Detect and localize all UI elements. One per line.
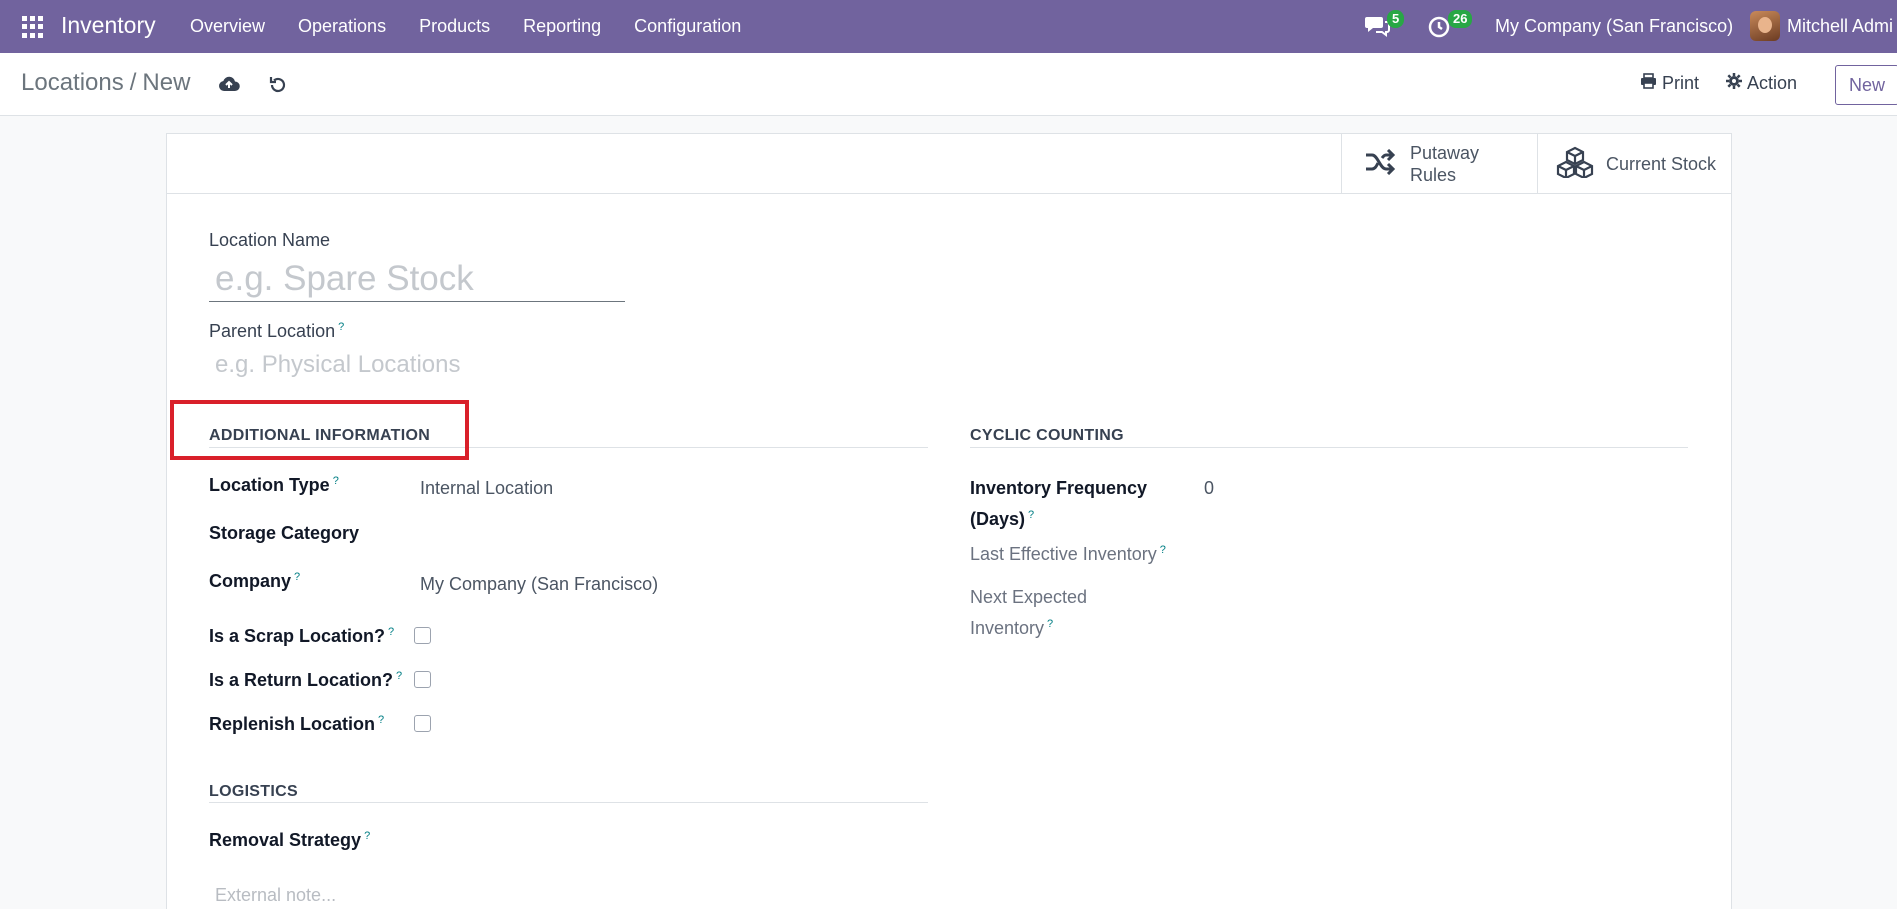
print-label: Print [1662,73,1700,93]
breadcrumb-separator: / [129,69,137,96]
help-tooltip-icon[interactable]: ? [388,626,394,638]
return-location-checkbox[interactable] [414,671,431,688]
help-tooltip-icon[interactable]: ? [1047,618,1053,630]
main-menu: Overview Operations Products Reporting C… [190,16,774,37]
putaway-rules-button[interactable]: Putaway Rules [1341,134,1537,194]
shuffle-icon [1364,148,1396,180]
logistics-title: LOGISTICS [209,783,298,800]
removal-text: Removal Strategy [209,830,362,850]
help-tooltip-icon[interactable]: ? [1160,544,1166,556]
cubes-icon [1556,146,1594,183]
location-name-label: Location Name [209,230,331,250]
form-sheet: Putaway Rules Current Stock [166,133,1732,909]
last-effective-inventory-label: Last Effective Inventory? [970,544,1166,565]
top-navbar: Inventory Overview Operations Products R… [0,0,1897,53]
help-tooltip-icon[interactable]: ? [294,571,300,583]
undo-icon[interactable] [268,75,288,100]
next-expected-line1: Next Expected [970,587,1088,607]
next-expected-inventory-label: Next Expected Inventory? [970,584,1087,642]
help-tooltip-icon[interactable]: ? [1028,509,1034,521]
location-name-input[interactable]: e.g. Spare Stock [209,256,625,302]
current-stock-button[interactable]: Current Stock [1537,134,1731,194]
putaway-line2: Rules [1410,165,1457,185]
cloud-upload-icon[interactable] [218,75,240,98]
location-type-label: Location Type? [209,475,339,496]
menu-operations[interactable]: Operations [298,16,386,37]
company-text: Company [209,571,292,591]
activities-badge: 26 [1448,10,1473,28]
action-label: Action [1747,73,1798,93]
cyclic-counting-title: CYCLIC COUNTING [970,427,1124,444]
app-brand[interactable]: Inventory [61,12,156,39]
frequency-line2: (Days) [970,509,1026,529]
putaway-line1: Putaway [1410,143,1480,163]
next-expected-line2: Inventory [970,618,1045,638]
scrap-text: Is a Scrap Location? [209,626,386,646]
inventory-frequency-label: Inventory Frequency (Days)? [970,475,1147,533]
parent-location-label: Parent Location? [209,321,344,342]
return-location-label: Is a Return Location?? [209,670,402,691]
removal-strategy-label: Removal Strategy? [209,830,370,851]
current-stock-label: Current Stock [1606,154,1717,174]
action-button[interactable]: Action [1726,73,1797,94]
replenish-text: Replenish Location [209,714,376,734]
smart-button-box: Putaway Rules Current Stock [167,134,1731,194]
return-text: Is a Return Location? [209,670,394,690]
new-button[interactable]: New [1835,65,1897,105]
external-note-input[interactable]: External note... [215,885,336,906]
putaway-rules-label: Putaway Rules [1410,142,1479,186]
scrap-location-checkbox[interactable] [414,627,431,644]
storage-category-label: Storage Category [209,523,360,543]
help-tooltip-icon[interactable]: ? [364,830,370,842]
control-panel: Locations / New Print Action New [0,53,1897,116]
help-tooltip-icon[interactable]: ? [333,475,339,487]
gear-icon [1726,73,1742,94]
section-divider [209,802,928,803]
messages-badge: 5 [1387,10,1405,28]
location-type-text: Location Type [209,475,330,495]
parent-location-input[interactable]: e.g. Physical Locations [215,351,460,379]
print-button[interactable]: Print [1640,73,1699,94]
printer-icon [1640,73,1657,94]
location-type-select[interactable]: Internal Location [420,478,553,499]
help-tooltip-icon[interactable]: ? [396,670,402,682]
frequency-line1: Inventory Frequency [970,478,1148,498]
last-effective-text: Last Effective Inventory [970,544,1157,564]
breadcrumb: Locations / New [21,69,190,97]
company-label: Company? [209,571,300,592]
breadcrumb-locations[interactable]: Locations [21,69,124,96]
highlight-box [170,400,469,460]
help-tooltip-icon[interactable]: ? [378,714,384,726]
inventory-frequency-input[interactable]: 0 [1204,478,1214,499]
scrap-location-label: Is a Scrap Location?? [209,626,394,647]
apps-grid-icon[interactable] [22,16,44,38]
menu-reporting[interactable]: Reporting [523,16,601,37]
help-tooltip-icon[interactable]: ? [338,321,344,333]
section-divider [970,447,1688,448]
replenish-location-label: Replenish Location? [209,714,384,735]
user-menu[interactable]: Mitchell Admi [1787,16,1893,37]
menu-products[interactable]: Products [419,16,490,37]
breadcrumb-current: New [142,69,191,96]
company-switcher[interactable]: My Company (San Francisco) [1495,16,1733,37]
replenish-location-checkbox[interactable] [414,715,431,732]
company-field[interactable]: My Company (San Francisco) [420,574,658,595]
menu-overview[interactable]: Overview [190,16,265,37]
parent-location-text: Parent Location [209,321,336,341]
menu-configuration[interactable]: Configuration [634,16,741,37]
user-avatar[interactable] [1750,11,1780,41]
